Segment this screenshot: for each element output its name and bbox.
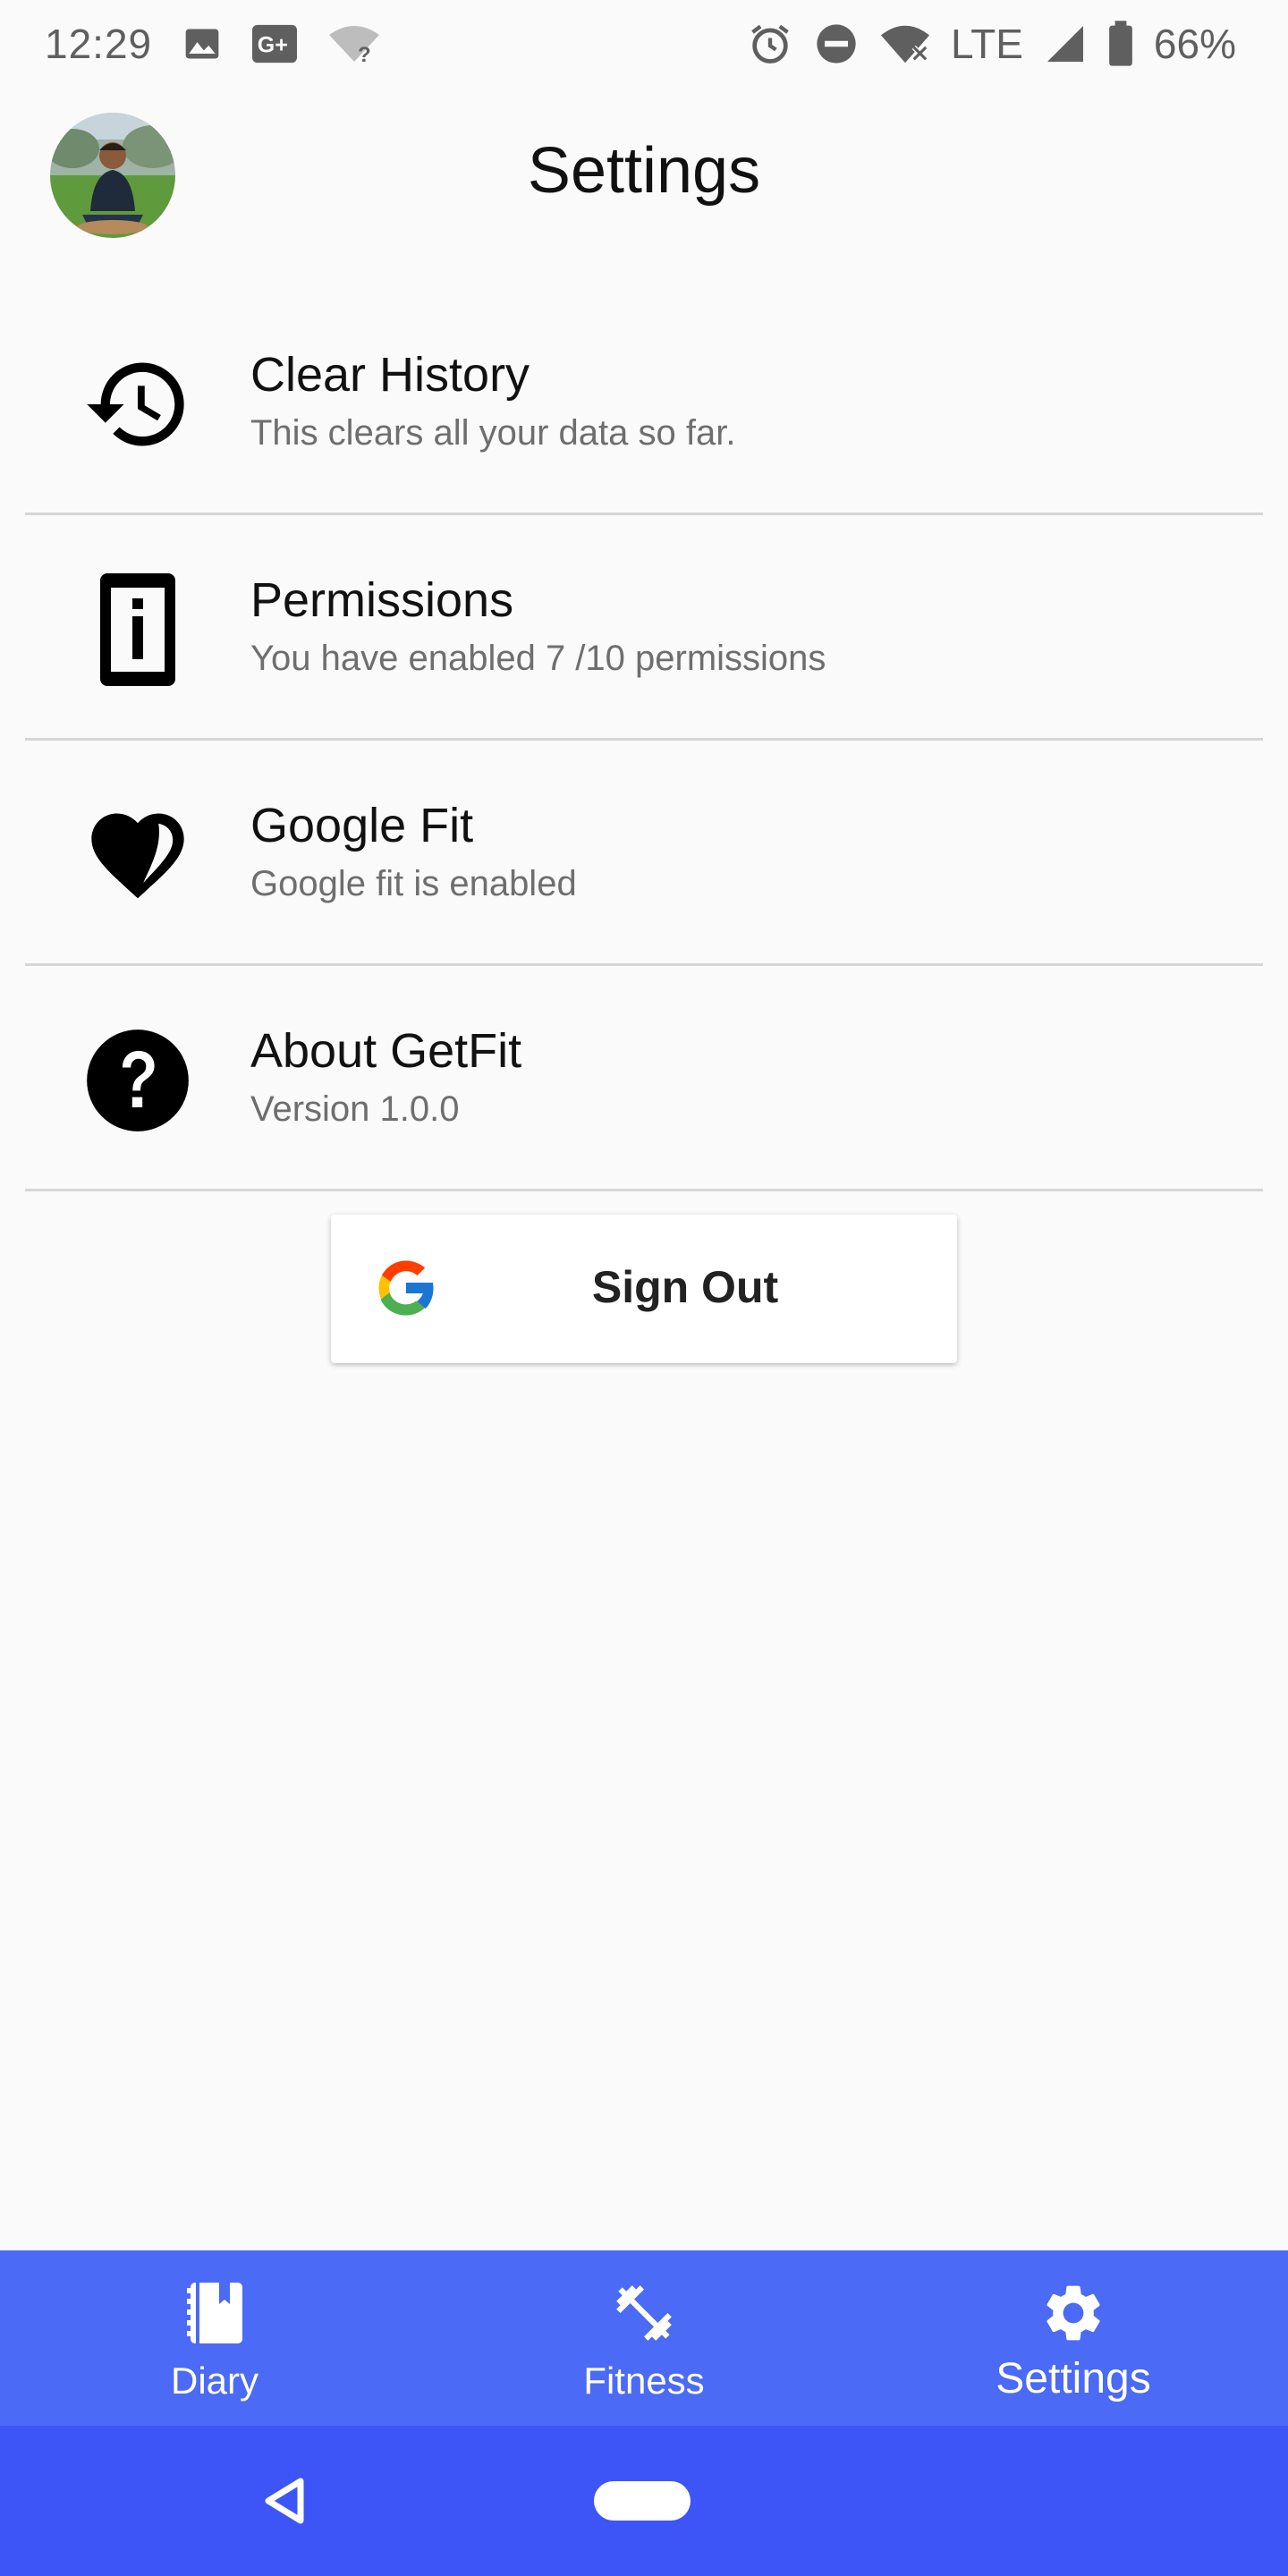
- nav-label: Settings: [996, 2355, 1151, 2402]
- item-title: Google Fit: [250, 799, 474, 852]
- item-subtitle: Google fit is enabled: [250, 864, 577, 903]
- settings-item-clear-history[interactable]: Clear History This clears all your data …: [25, 292, 1263, 515]
- nav-label: Fitness: [583, 2360, 705, 2402]
- home-button[interactable]: [594, 2481, 691, 2521]
- sign-out-label: Sign Out: [591, 1262, 779, 1312]
- item-title: Clear History: [250, 348, 530, 402]
- status-left: 12:29 G+ ?: [45, 0, 381, 88]
- item-subtitle: Version 1.0.0: [250, 1089, 460, 1129]
- dumbbell-icon: [608, 2277, 680, 2349]
- help-icon: [80, 1023, 195, 1138]
- item-subtitle: This clears all your data so far.: [250, 413, 736, 453]
- nav-item-fitness[interactable]: Fitness: [429, 2250, 859, 2426]
- nav-item-settings[interactable]: Settings: [859, 2250, 1288, 2426]
- do-not-disturb-icon: [813, 21, 860, 67]
- battery-icon: [1107, 21, 1134, 67]
- back-button[interactable]: [259, 2474, 313, 2528]
- status-bar: 12:29 G+ ? LTE 66%: [0, 0, 1288, 88]
- page-title: Settings: [527, 135, 761, 207]
- settings-item-google-fit[interactable]: Google Fit Google fit is enabled: [25, 742, 1263, 966]
- nav-label: Diary: [170, 2360, 258, 2402]
- item-title: About GetFit: [250, 1024, 522, 1078]
- battery-percent: 66%: [1153, 21, 1236, 67]
- svg-text:?: ?: [358, 43, 371, 64]
- alarm-icon: [747, 21, 793, 67]
- settings-item-about[interactable]: About GetFit Version 1.0.0: [25, 968, 1263, 1191]
- settings-list: Clear History This clears all your data …: [25, 292, 1263, 1191]
- settings-item-permissions[interactable]: Permissions You have enabled 7 /10 permi…: [25, 517, 1263, 741]
- nav-item-diary[interactable]: Diary: [0, 2250, 429, 2426]
- network-type: LTE: [950, 21, 1023, 67]
- signal-icon: [1043, 22, 1088, 65]
- heart-icon: [80, 798, 195, 912]
- wifi-off-icon: [879, 22, 931, 65]
- item-subtitle: You have enabled 7 /10 permissions: [250, 639, 826, 678]
- status-time: 12:29: [45, 21, 153, 67]
- sign-out-button[interactable]: Sign Out: [331, 1215, 957, 1363]
- gear-icon: [1038, 2277, 1109, 2349]
- wifi-question-icon: ?: [327, 24, 381, 64]
- history-icon: [80, 347, 195, 462]
- item-title: Permissions: [250, 573, 514, 627]
- svg-text:G+: G+: [258, 33, 288, 58]
- bottom-nav: Diary Fitness Settings: [0, 2250, 1288, 2426]
- phone-info-icon: [80, 572, 195, 687]
- diary-icon: [179, 2277, 250, 2349]
- status-right: LTE 66%: [747, 0, 1236, 88]
- app-header: Settings: [0, 107, 1288, 250]
- system-nav-bar: [0, 2426, 1288, 2576]
- image-icon: [182, 24, 222, 64]
- google-plus-icon: G+: [252, 24, 298, 64]
